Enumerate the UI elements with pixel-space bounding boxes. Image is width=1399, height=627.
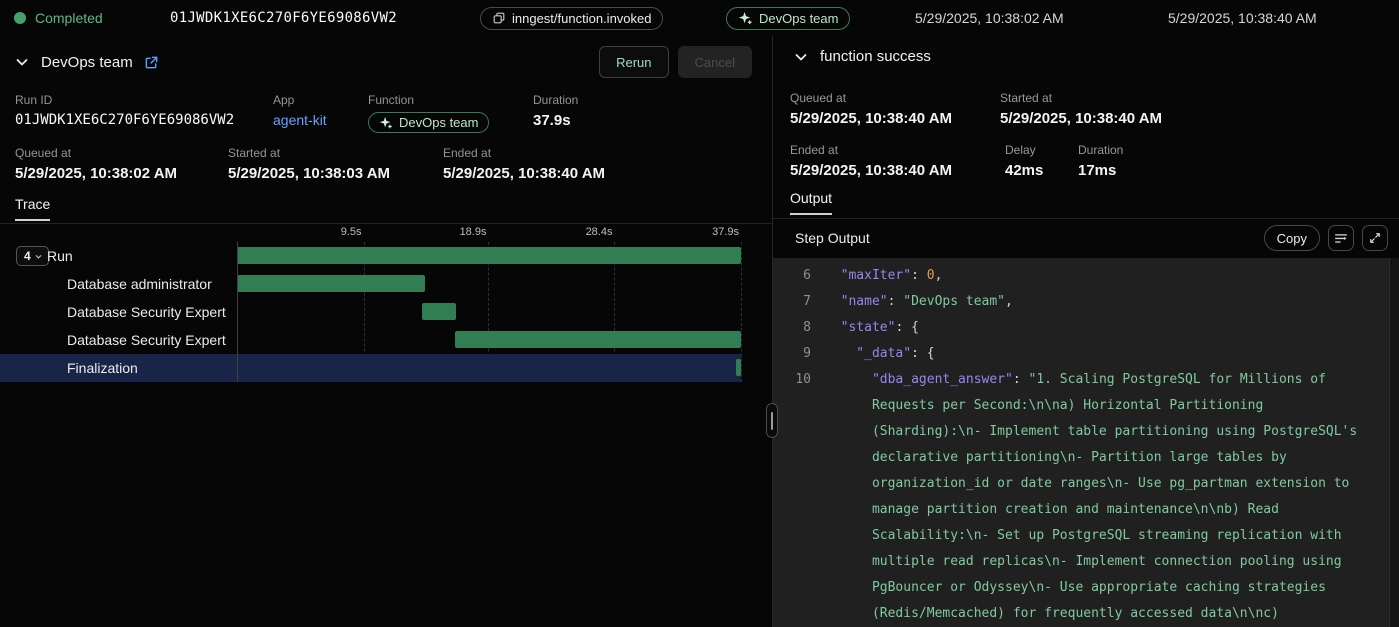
divider — [0, 223, 772, 224]
step-title: function success — [820, 48, 931, 65]
chevron-down-icon — [34, 252, 43, 261]
trace-row-run[interactable]: 4 Run — [0, 242, 741, 270]
step-queued-value: 5/29/2025, 10:38:40 AM — [790, 110, 952, 127]
function-label: Function — [368, 93, 489, 107]
timeline-axis: 9.5s 18.9s 28.4s 37.9s — [0, 226, 741, 242]
trace-row-label: Database administrator — [67, 276, 212, 292]
line-number: 8 — [773, 315, 811, 341]
function-badge-value: DevOps team — [399, 115, 478, 130]
cancel-button[interactable]: Cancel — [678, 46, 752, 78]
line-number: 6 — [773, 263, 811, 289]
axis-tick-label: 28.4s — [586, 226, 615, 238]
run-id-value: 01JWDK1XE6C270F6YE69086VW2 — [15, 112, 234, 128]
run-title: DevOps team — [41, 54, 133, 71]
function-badge-top[interactable]: DevOps team — [726, 0, 850, 36]
expand-icon — [1368, 231, 1382, 245]
run-details-panel: DevOps team Rerun Cancel Run ID 01JWDK1X… — [0, 36, 772, 627]
sparkle-icon — [379, 116, 393, 130]
copy-icon — [492, 11, 506, 25]
trace-row-database-administrator[interactable]: Database administrator — [0, 270, 741, 298]
copy-output-button[interactable]: Copy — [1264, 225, 1320, 251]
rerun-button[interactable]: Rerun — [599, 46, 668, 78]
step-duration-label: Duration — [1078, 143, 1123, 157]
tab-output[interactable]: Output — [790, 190, 832, 215]
run-status: Completed — [14, 0, 103, 36]
step-output-code[interactable]: 6"maxIter": 0,7"name": "DevOps team",8"s… — [773, 258, 1399, 627]
scrollbar-track[interactable] — [1389, 258, 1399, 627]
trace-span-bar — [455, 331, 741, 348]
gridline — [741, 242, 742, 382]
trace-span-bar — [237, 275, 425, 292]
step-count-expander[interactable]: 4 — [16, 246, 49, 266]
code-line: 9"_data": { — [773, 341, 1399, 367]
output-title: Step Output — [795, 230, 870, 246]
step-ended-value: 5/29/2025, 10:38:40 AM — [790, 162, 952, 179]
sparkle-icon — [738, 11, 753, 26]
function-badge-label: DevOps team — [759, 11, 838, 26]
top-bar: Completed 01JWDK1XE6C270F6YE69086VW2 inn… — [0, 0, 1399, 36]
ended-at-label: Ended at — [443, 146, 605, 160]
run-start-timestamp: 5/29/2025, 10:38:02 AM — [915, 10, 1064, 26]
trace-span-bar — [736, 359, 741, 376]
queued-at-label: Queued at — [15, 146, 177, 160]
step-started-value: 5/29/2025, 10:38:40 AM — [1000, 110, 1162, 127]
started-at-value: 5/29/2025, 10:38:03 AM — [228, 165, 390, 182]
app-link[interactable]: agent-kit — [273, 112, 327, 128]
step-details-panel: function success Queued at 5/29/2025, 10… — [772, 36, 1399, 627]
run-id-text: 01JWDK1XE6C270F6YE69086VW2 — [170, 0, 397, 36]
queued-at-value: 5/29/2025, 10:38:02 AM — [15, 165, 177, 182]
trace-row-label: Finalization — [67, 360, 138, 376]
run-id-label: Run ID — [15, 93, 234, 107]
trace-row-database-security-expert[interactable]: Database Security Expert — [0, 326, 741, 354]
collapse-chevron-icon[interactable] — [14, 54, 30, 70]
step-started-label: Started at — [1000, 91, 1162, 105]
event-badge[interactable]: inngest/function.invoked — [480, 0, 663, 36]
ended-at-value: 5/29/2025, 10:38:40 AM — [443, 165, 605, 182]
duration-label: Duration — [533, 93, 578, 107]
trace-row-label: Database Security Expert — [67, 304, 226, 320]
code-line: 6"maxIter": 0, — [773, 263, 1399, 289]
step-delay-label: Delay — [1005, 143, 1043, 157]
code-line: 8"state": { — [773, 315, 1399, 341]
event-badge-label: inngest/function.invoked — [512, 11, 651, 26]
trace-span-bar — [237, 247, 741, 264]
step-queued-label: Queued at — [790, 91, 952, 105]
step-count: 4 — [24, 249, 31, 263]
step-duration-value: 17ms — [1078, 162, 1123, 179]
word-wrap-icon — [1333, 230, 1349, 246]
collapse-chevron-icon[interactable] — [793, 49, 809, 65]
trace-row-label: Run — [47, 248, 73, 264]
code-line: 10"dba_agent_answer": "1. Scaling Postgr… — [773, 367, 1399, 627]
output-toolbar: Step Output Copy — [773, 218, 1399, 258]
trace-row-finalization[interactable]: Finalization — [0, 354, 741, 382]
step-delay-value: 42ms — [1005, 162, 1043, 179]
duration-value: 37.9s — [533, 112, 578, 129]
function-badge[interactable]: DevOps team — [368, 112, 489, 133]
line-number: 9 — [773, 341, 811, 367]
axis-tick-label: 18.9s — [460, 226, 489, 238]
started-at-label: Started at — [228, 146, 390, 160]
word-wrap-button[interactable] — [1328, 225, 1354, 251]
status-label: Completed — [35, 10, 103, 26]
axis-tick-label: 9.5s — [341, 226, 364, 238]
timeline: 4 Run Database administrator Database Secur… — [0, 242, 772, 382]
trace-row-database-security-expert[interactable]: Database Security Expert — [0, 298, 741, 326]
axis-tick-label: 37.9s — [712, 226, 741, 238]
panel-resize-handle[interactable] — [766, 403, 778, 438]
line-number: 10 — [773, 367, 811, 393]
line-number: 7 — [773, 289, 811, 315]
status-dot-icon — [14, 12, 26, 24]
external-link-icon[interactable] — [144, 55, 159, 70]
trace-span-bar — [422, 303, 456, 320]
tab-trace[interactable]: Trace — [15, 196, 50, 221]
app-label: App — [273, 93, 327, 107]
run-end-timestamp: 5/29/2025, 10:38:40 AM — [1168, 10, 1317, 26]
code-line: 7"name": "DevOps team", — [773, 289, 1399, 315]
step-ended-label: Ended at — [790, 143, 952, 157]
trace-row-label: Database Security Expert — [67, 332, 226, 348]
expand-output-button[interactable] — [1362, 225, 1388, 251]
